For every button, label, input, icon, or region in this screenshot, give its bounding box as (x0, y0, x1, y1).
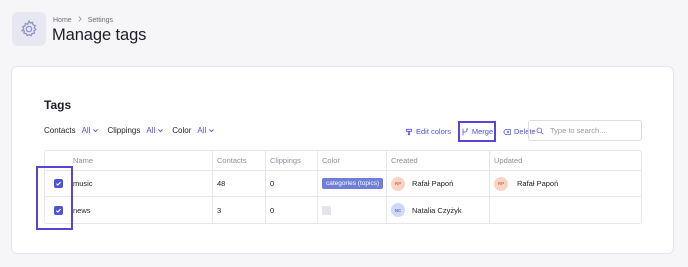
filter-label-clippings: Clippings (107, 126, 141, 135)
avatar: RP (391, 176, 405, 191)
created-cell: RP Rafał Papoń (386, 171, 489, 196)
table-row[interactable]: music 48 0 categories (topics) RP Rafał … (45, 171, 641, 197)
created-by-name: Rafał Papoń (412, 179, 454, 188)
avatar: NC (391, 203, 405, 217)
page: Home Settings Manage tags Tags Contacts … (0, 0, 688, 267)
clippings-count: 0 (265, 171, 317, 196)
backspace-icon (503, 128, 511, 135)
filter-clippings-value: All (146, 126, 156, 135)
column-header-created[interactable]: Created (386, 151, 489, 170)
merge-icon (462, 127, 468, 135)
updated-by-name: Rafał Papoń (517, 179, 559, 188)
filter-color-value: All (197, 126, 207, 135)
tags-card: Tags Contacts All Clippings All Color Al… (11, 66, 674, 254)
merge-label: Merge (471, 127, 494, 136)
updated-cell (489, 197, 641, 223)
color-cell: categories (topics) (317, 171, 386, 196)
row-checkbox-cell (45, 205, 71, 215)
check-icon (55, 208, 61, 213)
tag-name[interactable]: news (71, 206, 212, 215)
chevron-right-icon (77, 16, 83, 24)
updated-cell: RP Rafał Papoń (489, 171, 641, 196)
filter-bar: Contacts All Clippings All Color All (44, 126, 223, 135)
row-checkbox[interactable] (53, 205, 63, 215)
check-icon (55, 181, 61, 186)
chevron-down-icon (93, 129, 99, 133)
filter-clippings-select[interactable]: All (146, 126, 164, 135)
table-header: Name Contacts Clippings Color Created Up… (45, 151, 641, 171)
table-row[interactable]: news 3 0 NC Natalia Czyżyk (45, 197, 641, 223)
gear-icon (12, 12, 46, 46)
filter-label-color: Color (172, 126, 192, 135)
color-swatch-empty (322, 205, 331, 215)
row-checkbox[interactable] (53, 179, 63, 188)
merge-button[interactable]: Merge (458, 121, 497, 142)
created-by-name: Natalia Czyżyk (412, 205, 462, 215)
filter-label-contacts: Contacts (44, 126, 76, 135)
column-header-updated[interactable]: Updated (489, 151, 641, 170)
color-cell (317, 197, 386, 223)
card-title: Tags (44, 98, 72, 112)
clippings-count: 0 (265, 197, 317, 223)
search-input[interactable]: Type to search... (528, 120, 642, 141)
breadcrumb: Home Settings (53, 16, 113, 24)
color-tag-pill: categories (topics) (322, 178, 384, 189)
page-title: Manage tags (52, 26, 147, 44)
column-header-contacts[interactable]: Contacts (212, 151, 265, 170)
search-placeholder: Type to search... (550, 126, 606, 135)
breadcrumb-home[interactable]: Home (53, 17, 72, 24)
tags-table: Name Contacts Clippings Color Created Up… (44, 150, 642, 224)
filter-color-select[interactable]: All (197, 126, 215, 135)
contacts-count: 48 (212, 171, 265, 196)
column-header-clippings[interactable]: Clippings (265, 151, 317, 170)
created-cell: NC Natalia Czyżyk (386, 197, 489, 223)
tag-name[interactable]: music (71, 179, 212, 188)
contacts-count: 3 (212, 197, 265, 223)
breadcrumb-current[interactable]: Settings (88, 17, 113, 24)
filter-contacts-value: All (81, 126, 91, 135)
column-header-name[interactable]: Name (71, 156, 212, 165)
toolbar-actions: Edit colors Merge Delete (402, 121, 539, 142)
avatar: RP (494, 176, 508, 191)
column-header-color[interactable]: Color (317, 151, 386, 170)
edit-colors-label: Edit colors (416, 127, 452, 136)
edit-colors-button[interactable]: Edit colors (402, 122, 454, 142)
chevron-down-icon (209, 129, 215, 133)
filter-contacts-select[interactable]: All (82, 126, 100, 135)
paint-bucket-icon (405, 128, 413, 135)
chevron-down-icon (158, 129, 164, 133)
search-icon (536, 127, 544, 135)
row-checkbox-cell (45, 179, 71, 188)
